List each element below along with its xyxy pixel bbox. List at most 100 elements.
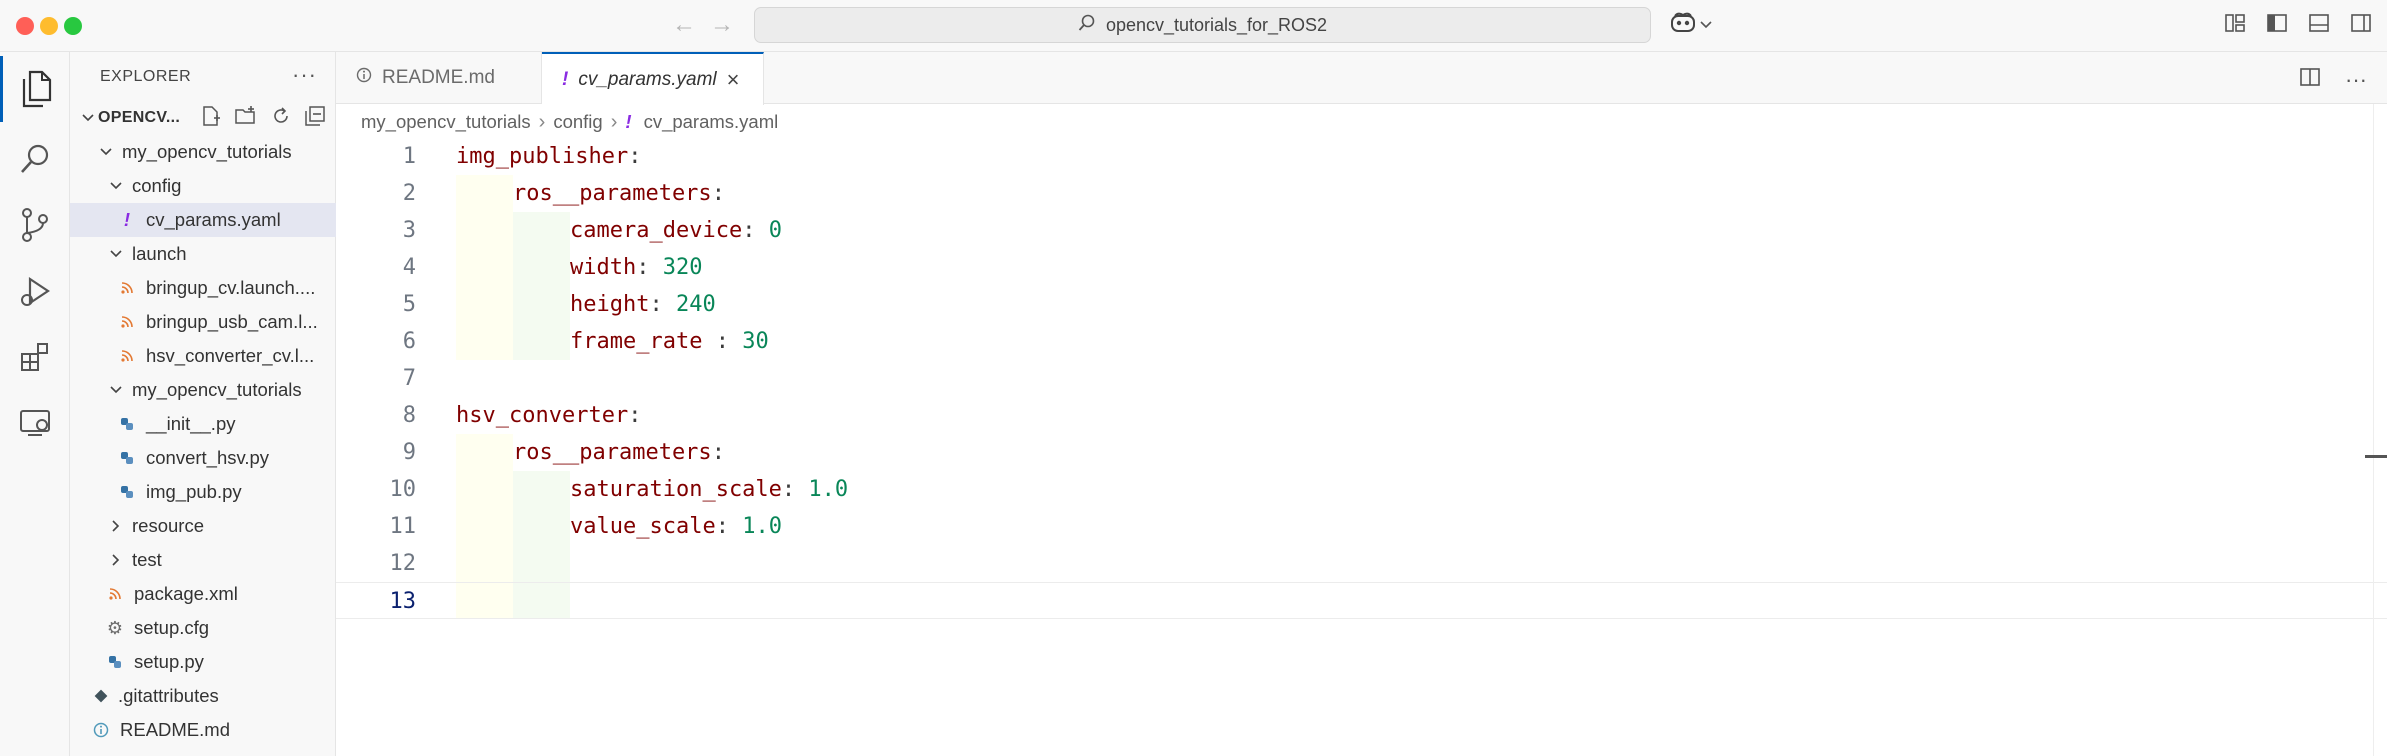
workspace-root[interactable]: OPENCV...: [70, 101, 336, 135]
line-number: 3: [402, 218, 416, 243]
breadcrumb-separator-icon: ›: [538, 110, 546, 133]
line-number: 6: [402, 329, 416, 354]
code-line: 5 height: 240: [336, 286, 2387, 323]
tab-cv-params-yaml[interactable]: ! cv_params.yaml ×: [542, 52, 764, 105]
tree-folder-resource[interactable]: resource: [70, 509, 336, 543]
line-number: 4: [402, 255, 416, 280]
tree-file-hsv-converter-cv-launch[interactable]: hsv_converter_cv.l...: [70, 339, 336, 373]
toggle-secondary-sidebar-icon[interactable]: [2349, 11, 2373, 35]
yaml-value: 1.0: [808, 477, 849, 502]
line-number: 13: [389, 589, 417, 614]
command-center-text: opencv_tutorials_for_ROS2: [1105, 14, 1328, 35]
python-file-icon: [116, 417, 138, 431]
new-file-icon[interactable]: [200, 105, 222, 132]
breadcrumb-item[interactable]: cv_params.yaml: [644, 111, 779, 133]
rss-file-icon: [116, 350, 138, 362]
collapse-all-icon[interactable]: [304, 105, 326, 132]
code-line: 12: [336, 545, 2387, 582]
tree-file-bringup-usb-cam-launch[interactable]: bringup_usb_cam.l...: [70, 305, 336, 339]
chevron-right-icon: [106, 554, 126, 566]
chevron-right-icon: [106, 520, 126, 532]
run-debug-activity-icon[interactable]: [0, 258, 70, 324]
code-line: 1 img_publisher:: [336, 138, 2387, 175]
yaml-file-icon: !: [123, 209, 131, 230]
more-actions-icon[interactable]: ···: [292, 62, 317, 88]
command-center-search[interactable]: opencv_tutorials_for_ROS2: [754, 7, 1651, 43]
yaml-key: width: [570, 255, 637, 280]
extensions-activity-icon[interactable]: [0, 324, 70, 390]
search-activity-icon[interactable]: [0, 126, 70, 192]
line-number: 11: [389, 514, 417, 539]
toggle-primary-sidebar-icon[interactable]: [2265, 11, 2289, 35]
yaml-colon: :: [628, 144, 642, 169]
chevron-down-icon: [106, 182, 126, 190]
code-line: 3 camera_device: 0: [336, 212, 2387, 249]
customize-layout-icon[interactable]: [2223, 11, 2247, 35]
activity-bar: [0, 52, 70, 756]
tree-file-setup-cfg[interactable]: ⚙ setup.cfg: [70, 611, 336, 645]
split-editor-icon[interactable]: [2299, 66, 2321, 93]
breadcrumb-item[interactable]: config: [553, 111, 602, 133]
code-line: 6 frame_rate : 30: [336, 323, 2387, 360]
tree-file-cv-params-yaml[interactable]: ! cv_params.yaml: [70, 203, 336, 237]
minimize-window-button[interactable]: [40, 17, 58, 35]
source-control-activity-icon[interactable]: [0, 192, 70, 258]
tree-item-label: test: [132, 549, 162, 570]
python-file-icon: [116, 451, 138, 465]
breadcrumb-item[interactable]: my_opencv_tutorials: [361, 111, 531, 133]
tree-file-init-py[interactable]: __init__.py: [70, 407, 336, 441]
tree-item-label: my_opencv_tutorials: [122, 141, 292, 162]
maximize-window-button[interactable]: [64, 17, 82, 35]
tree-folder-config[interactable]: config: [70, 169, 336, 203]
editor-more-actions-icon[interactable]: ···: [2345, 67, 2367, 93]
code-line: 4 width: 320: [336, 249, 2387, 286]
explorer-title: EXPLORER: [100, 68, 192, 85]
code-editor[interactable]: 1 img_publisher: 2 ros__parameters: 3 ca…: [336, 138, 2387, 638]
yaml-key: height: [570, 292, 650, 317]
tab-label: README.md: [382, 67, 495, 88]
tree-item-label: README.md: [120, 719, 230, 740]
scrollbar-cursor-marker: [2365, 455, 2387, 458]
tree-folder-test[interactable]: test: [70, 543, 336, 577]
tree-item-label: bringup_cv.launch....: [146, 277, 316, 298]
rss-file-icon: [116, 282, 138, 294]
workspace-root-label: OPENCV...: [98, 109, 181, 126]
explorer-activity-icon[interactable]: [0, 56, 70, 122]
editor-scrollbar[interactable]: [2373, 104, 2387, 756]
back-arrow-icon[interactable]: ←: [672, 10, 696, 40]
tree-item-label: convert_hsv.py: [146, 447, 270, 468]
yaml-value: 30: [742, 329, 769, 354]
new-folder-icon[interactable]: [234, 105, 258, 132]
tree-folder-my-opencv-tutorials[interactable]: my_opencv_tutorials: [70, 135, 336, 169]
tree-file-img-pub-py[interactable]: img_pub.py: [70, 475, 336, 509]
tree-folder-my-opencv-tutorials-pkg[interactable]: my_opencv_tutorials: [70, 373, 336, 407]
copilot-button[interactable]: [1670, 10, 1712, 40]
tree-item-label: my_opencv_tutorials: [132, 379, 302, 400]
line-number: 12: [389, 551, 417, 576]
tree-file-bringup-cv-launch[interactable]: bringup_cv.launch....: [70, 271, 336, 305]
tree-file-convert-hsv-py[interactable]: convert_hsv.py: [70, 441, 336, 475]
info-icon: [356, 67, 372, 89]
chevron-down-icon: [1700, 16, 1712, 34]
tree-folder-launch[interactable]: launch: [70, 237, 336, 271]
editor-tabs: README.md ! cv_params.yaml × ···: [336, 52, 2387, 105]
tree-item-label: hsv_converter_cv.l...: [146, 345, 315, 366]
rss-file-icon: [104, 588, 126, 600]
close-window-button[interactable]: [16, 17, 34, 35]
tree-file-gitattributes[interactable]: .gitattributes: [70, 679, 336, 713]
yaml-value: 320: [662, 255, 703, 280]
tree-file-setup-py[interactable]: setup.py: [70, 645, 336, 679]
toggle-panel-icon[interactable]: [2307, 11, 2331, 35]
tab-readme[interactable]: README.md: [336, 52, 542, 104]
remote-explorer-activity-icon[interactable]: [0, 390, 70, 456]
code-line: 11 value_scale: 1.0: [336, 508, 2387, 545]
yaml-colon: :: [702, 329, 743, 354]
refresh-icon[interactable]: [270, 105, 292, 132]
tree-item-label: bringup_usb_cam.l...: [146, 311, 318, 332]
close-tab-icon[interactable]: ×: [727, 67, 740, 93]
tree-file-readme-md[interactable]: README.md: [70, 713, 336, 747]
forward-arrow-icon[interactable]: →: [710, 10, 734, 40]
yaml-colon: :: [711, 440, 725, 465]
tree-file-package-xml[interactable]: package.xml: [70, 577, 336, 611]
tree-item-label: setup.cfg: [134, 617, 210, 638]
